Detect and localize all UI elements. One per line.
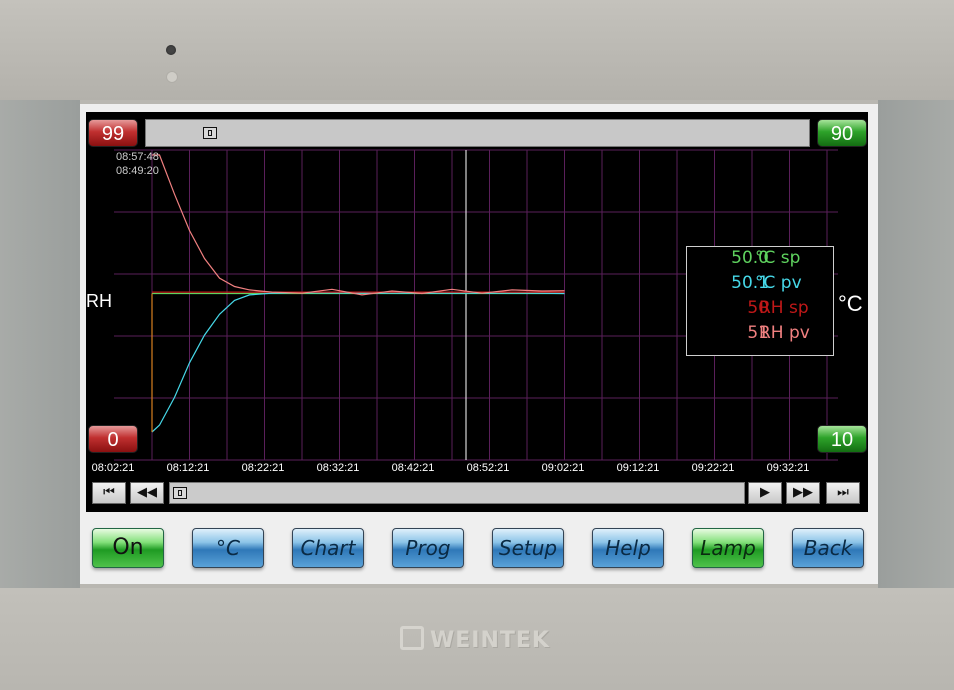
legend-name: RH sp [759,298,809,318]
chart-legend: 50.0 °C sp 50.1 °C pv 50 RH sp 51 RH pv [686,246,834,356]
play-icon[interactable]: ▶ [748,482,782,504]
time-label: 08:02:21 [91,462,135,474]
setup-button[interactable]: Setup [492,528,564,568]
time-label: 09:12:21 [616,462,660,474]
legend-rh-sp: 50 RH sp [687,298,833,322]
time-scrollbar[interactable] [169,482,745,504]
cursor-time-1: 08:57:48 [116,151,159,163]
temp-max-button[interactable]: 90 [817,119,867,147]
time-label: 08:52:21 [466,462,510,474]
series-line [151,292,565,433]
fast-forward-icon[interactable]: ▶▶ [786,482,820,504]
rh-axis-label: RH [86,291,112,311]
legend-name: RH pv [759,323,810,343]
top-scrollbar[interactable] [145,119,810,147]
lamp-button[interactable]: Lamp [692,528,764,568]
legend-name: °C pv [755,273,802,293]
rh-max-button[interactable]: 99 [88,119,138,147]
time-label: 08:12:21 [166,462,210,474]
time-label: 09:32:21 [766,462,810,474]
time-label: 09:22:21 [691,462,735,474]
legend-temp-sp: 50.0 °C sp [687,248,833,272]
time-label: 08:22:21 [241,462,285,474]
cursor-time-2: 08:49:20 [116,165,159,177]
rh-min-button[interactable]: 0 [88,425,138,453]
celsius-button[interactable]: °C [192,528,264,568]
legend-name: °C sp [755,248,801,268]
time-label: 09:02:21 [541,462,585,474]
prog-button[interactable]: Prog [392,528,464,568]
rewind-icon[interactable]: ◀◀ [130,482,164,504]
first-page-icon[interactable]: ⏮ [92,482,126,504]
time-label: 08:42:21 [391,462,435,474]
time-scroll-thumb[interactable] [173,487,187,499]
chart-button[interactable]: Chart [292,528,364,568]
legend-temp-pv: 50.1 °C pv [687,273,833,297]
series-layer [151,154,565,433]
legend-rh-pv: 51 RH pv [687,323,833,347]
last-page-icon[interactable]: ⏭ [826,482,860,504]
back-button[interactable]: Back [792,528,864,568]
top-scroll-thumb[interactable] [203,127,217,139]
time-label: 08:32:21 [316,462,360,474]
on-button[interactable]: On [92,528,164,568]
temp-min-button[interactable]: 10 [817,425,867,453]
temp-axis-label: °C [838,291,863,316]
help-button[interactable]: Help [592,528,664,568]
